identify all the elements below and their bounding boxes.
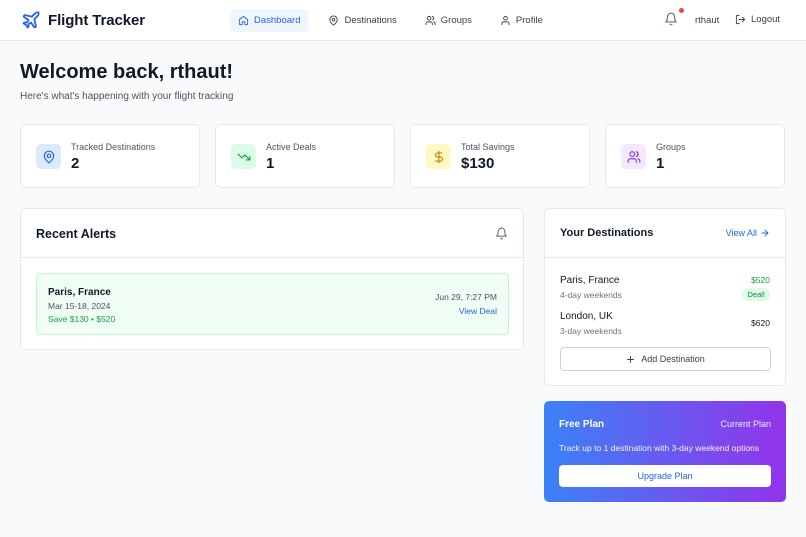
brand-name: Flight Tracker	[48, 11, 145, 29]
destination-item[interactable]: London, UK 3-day weekends $620	[560, 311, 770, 341]
alert-destination: Paris, France	[48, 287, 111, 298]
main-nav: Dashboard Destinations Groups Profile	[230, 9, 563, 32]
plane-icon	[21, 10, 41, 30]
destinations-title: Your Destinations	[560, 227, 654, 239]
view-deal-link[interactable]: View Deal	[459, 306, 497, 316]
recent-alerts-title: Recent Alerts	[36, 227, 117, 241]
brand-logo[interactable]: Flight Tracker	[21, 10, 145, 30]
nav-groups-label: Groups	[440, 15, 472, 26]
logout-label: Logout	[751, 14, 781, 25]
plus-icon	[626, 355, 641, 364]
add-destination-label: Add Destination	[641, 354, 705, 364]
view-all-link[interactable]: View All	[726, 228, 770, 238]
destination-item[interactable]: Paris, France 4-day weekends $520 Deal!	[560, 275, 770, 305]
recent-alerts-card: Recent Alerts Paris, France Mar 15-18, 2…	[20, 208, 524, 350]
stat-value: 1	[266, 155, 275, 172]
alert-dates: Mar 15-18, 2024	[48, 301, 111, 311]
alert-savings: Save $130 • $520	[48, 314, 116, 324]
bell-icon	[495, 227, 508, 240]
stat-card-tracked-destinations: Tracked Destinations 2	[20, 124, 200, 188]
destination-schedule: 4-day weekends	[560, 290, 622, 300]
nav-profile-label: Profile	[515, 15, 543, 26]
stat-label: Tracked Destinations	[71, 142, 156, 152]
user-icon	[500, 15, 516, 26]
page-subtitle: Here's what's happening with your flight…	[20, 91, 234, 102]
top-nav-bar: Flight Tracker Dashboard Destinations Gr…	[0, 0, 806, 41]
current-plan-label: Current Plan	[720, 419, 771, 429]
users-icon	[425, 15, 441, 26]
destination-price: $620	[751, 318, 770, 328]
plan-description: Track up to 1 destination with 3-day wee…	[559, 443, 760, 453]
stat-label: Total Savings	[461, 142, 515, 152]
nav-groups[interactable]: Groups	[417, 9, 480, 32]
stat-card-total-savings: Total Savings $130	[410, 124, 590, 188]
plan-name: Free Plan	[559, 419, 605, 430]
stat-card-active-deals: Active Deals 1	[215, 124, 395, 188]
dollar-icon	[426, 144, 451, 169]
nav-destinations[interactable]: Destinations	[320, 9, 404, 32]
home-icon	[238, 15, 254, 26]
stat-label: Groups	[656, 142, 686, 152]
stat-card-groups: Groups 1	[605, 124, 785, 188]
stat-value: $130	[461, 155, 495, 172]
stat-value: 2	[71, 155, 80, 172]
nav-dashboard-label: Dashboard	[254, 15, 301, 26]
users-icon	[621, 144, 646, 169]
alert-timestamp: Jun 29, 7:27 PM	[435, 292, 497, 302]
add-destination-button[interactable]: Add Destination	[560, 347, 771, 371]
destination-name: London, UK	[560, 311, 613, 322]
alert-item: Paris, France Mar 15-18, 2024 Save $130 …	[36, 273, 509, 335]
trending-down-icon	[231, 144, 256, 169]
notification-dot	[679, 8, 684, 13]
destination-price: $520	[751, 275, 770, 285]
logout-button[interactable]: Logout	[735, 14, 780, 25]
upgrade-plan-button[interactable]: Upgrade Plan	[559, 465, 771, 487]
destination-name: Paris, France	[560, 275, 620, 286]
map-pin-icon	[36, 144, 61, 169]
notifications-bell-icon[interactable]	[664, 12, 678, 26]
your-destinations-card: Your Destinations View All Paris, France…	[544, 208, 786, 386]
nav-dashboard[interactable]: Dashboard	[230, 9, 309, 32]
destinations-header: Your Destinations View All	[545, 209, 785, 258]
logout-icon	[735, 14, 751, 25]
recent-alerts-header: Recent Alerts	[21, 209, 523, 258]
page-title: Welcome back, rthaut!	[20, 61, 234, 83]
stat-value: 1	[656, 155, 665, 172]
map-pin-icon	[328, 15, 344, 26]
view-all-label: View All	[725, 228, 757, 238]
destination-schedule: 3-day weekends	[560, 326, 622, 336]
deal-badge: Deal!	[742, 288, 770, 301]
username: rthaut	[695, 15, 720, 26]
stat-label: Active Deals	[266, 142, 317, 152]
nav-profile[interactable]: Profile	[492, 9, 551, 32]
arrow-right-icon	[757, 228, 770, 238]
nav-destinations-label: Destinations	[344, 15, 397, 26]
plan-card: Free Plan Current Plan Track up to 1 des…	[544, 401, 786, 502]
